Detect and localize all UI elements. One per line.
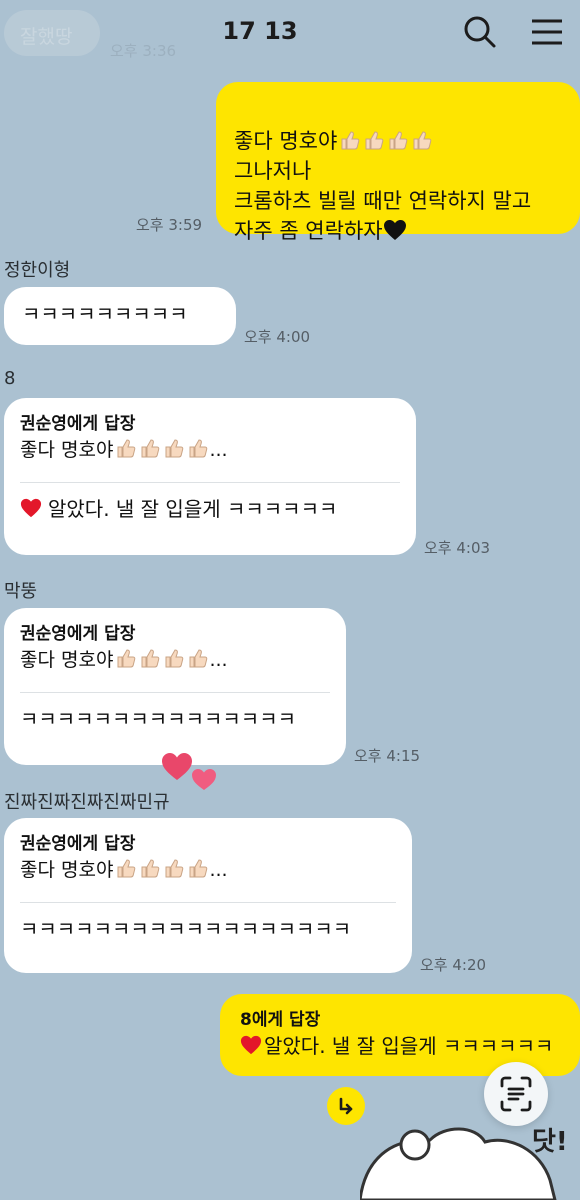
thumbs-up-icon: [141, 649, 160, 668]
thumbs-up-icon: [117, 649, 136, 668]
black-heart-icon: [383, 220, 406, 240]
reply-target: 권순영에게 답장: [20, 624, 136, 644]
message-time: 오후 4:20: [420, 956, 487, 974]
thumbs-up-icon: [365, 131, 384, 150]
sender-name: 진짜진짜진짜진짜민규: [4, 792, 170, 813]
text-scan-icon: [500, 1076, 532, 1112]
thumbs-up-icon: [341, 131, 360, 150]
sender-name: 막뚱: [4, 581, 38, 602]
thumbs-up-icon: [189, 439, 208, 458]
quote-text: 좋다 명호야: [20, 649, 114, 671]
message-time: 오후 3:59: [136, 216, 203, 234]
quote-ellipsis: ...: [209, 439, 228, 461]
quote-ellipsis: ...: [209, 649, 228, 671]
message-time: 오후 4:03: [424, 539, 491, 557]
message-text: ㅋㅋㅋㅋㅋㅋㅋㅋㅋ: [22, 302, 188, 326]
quoted-message: 좋다 명호야...: [20, 856, 396, 884]
message-text: ㅋㅋㅋㅋㅋㅋㅋㅋㅋㅋㅋㅋㅋㅋㅋ: [20, 707, 296, 731]
search-icon[interactable]: [460, 12, 500, 52]
reply-text: 알았다. 낼 잘 입을게 ㅋㅋㅋㅋㅋㅋ: [48, 497, 338, 521]
message-text: 좋다 명호야: [234, 96, 580, 156]
message-body: 그나저나 크롬하츠 빌릴 때만 연락하지 말고 자주 좀 연락하자: [234, 159, 532, 243]
quoted-message: 좋다 명호야...: [20, 436, 400, 464]
quoted-message: 좋다 명호야...: [20, 646, 330, 674]
reply-divider: [20, 692, 330, 693]
thumbs-up-icon: [141, 859, 160, 878]
sticker-image[interactable]: 닷!: [360, 1120, 580, 1200]
message-text: 알았다. 낼 잘 입을게 ㅋㅋㅋㅋㅋㅋ: [240, 1032, 580, 1060]
sticker-text: 닷!: [532, 1127, 568, 1157]
reply-message-bubble[interactable]: 권순영에게 답장 좋다 명호야... 알았다. 낼 잘 입을게 ㅋㅋㅋㅋㅋㅋ: [4, 398, 416, 555]
message-line: 좋다 명호야: [234, 129, 338, 153]
red-heart-icon: [240, 1035, 262, 1055]
reply-message-bubble[interactable]: 권순영에게 답장 좋다 명호야... ㅋㅋㅋㅋㅋㅋㅋㅋㅋㅋㅋㅋㅋㅋㅋㅋㅋㅋ: [4, 818, 412, 973]
menu-icon[interactable]: [528, 12, 568, 52]
thumbs-up-icon: [117, 859, 136, 878]
reply-target: 8에게 답장: [240, 1010, 321, 1030]
red-heart-icon: [20, 498, 42, 518]
thumbs-up-icon: [165, 649, 184, 668]
thumbs-up-icon: [141, 439, 160, 458]
thumbs-up-icon: [117, 439, 136, 458]
message-time: 오후 4:15: [354, 747, 421, 765]
quote-text: 좋다 명호야: [20, 439, 114, 461]
reply-target: 권순영에게 답장: [20, 414, 136, 434]
reply-message-bubble[interactable]: 권순영에게 답장 좋다 명호야... ㅋㅋㅋㅋㅋㅋㅋㅋㅋㅋㅋㅋㅋㅋㅋ: [4, 608, 346, 765]
thumbs-up-icon: [189, 649, 208, 668]
chat-title: 17 13: [222, 17, 298, 45]
sender-name: 8: [4, 368, 16, 389]
my-message-bubble[interactable]: 좋다 명호야 그나저나 크롬하츠 빌릴 때만 연락하지 말고 자주 좀 연락하자: [216, 82, 580, 243]
reply-text: 알았다. 낼 잘 입을게 ㅋㅋㅋㅋㅋㅋ: [264, 1034, 554, 1058]
text-scan-button[interactable]: [484, 1062, 548, 1126]
chat-header: 잘했땅 오후 3:36 17 13: [0, 0, 580, 64]
quote-ellipsis: ...: [209, 859, 228, 881]
message-text: ㅋㅋㅋㅋㅋㅋㅋㅋㅋㅋㅋㅋㅋㅋㅋㅋㅋㅋ: [20, 917, 352, 941]
message-time: 오후 4:00: [244, 328, 311, 346]
thumbs-up-icon: [389, 131, 408, 150]
thumbs-up-icon: [165, 439, 184, 458]
quote-text: 좋다 명호야: [20, 859, 114, 881]
thumbs-up-icon: [165, 859, 184, 878]
message-text: 알았다. 낼 잘 입을게 ㅋㅋㅋㅋㅋㅋ: [20, 495, 400, 523]
reply-target: 권순영에게 답장: [20, 834, 136, 854]
thumbs-up-icon: [189, 859, 208, 878]
message-bubble[interactable]: ㅋㅋㅋㅋㅋㅋㅋㅋㅋ: [4, 287, 236, 345]
reply-divider: [20, 482, 400, 483]
reply-divider: [20, 902, 396, 903]
sender-name: 정한이형: [4, 260, 71, 281]
thumbs-up-icon: [413, 131, 432, 150]
